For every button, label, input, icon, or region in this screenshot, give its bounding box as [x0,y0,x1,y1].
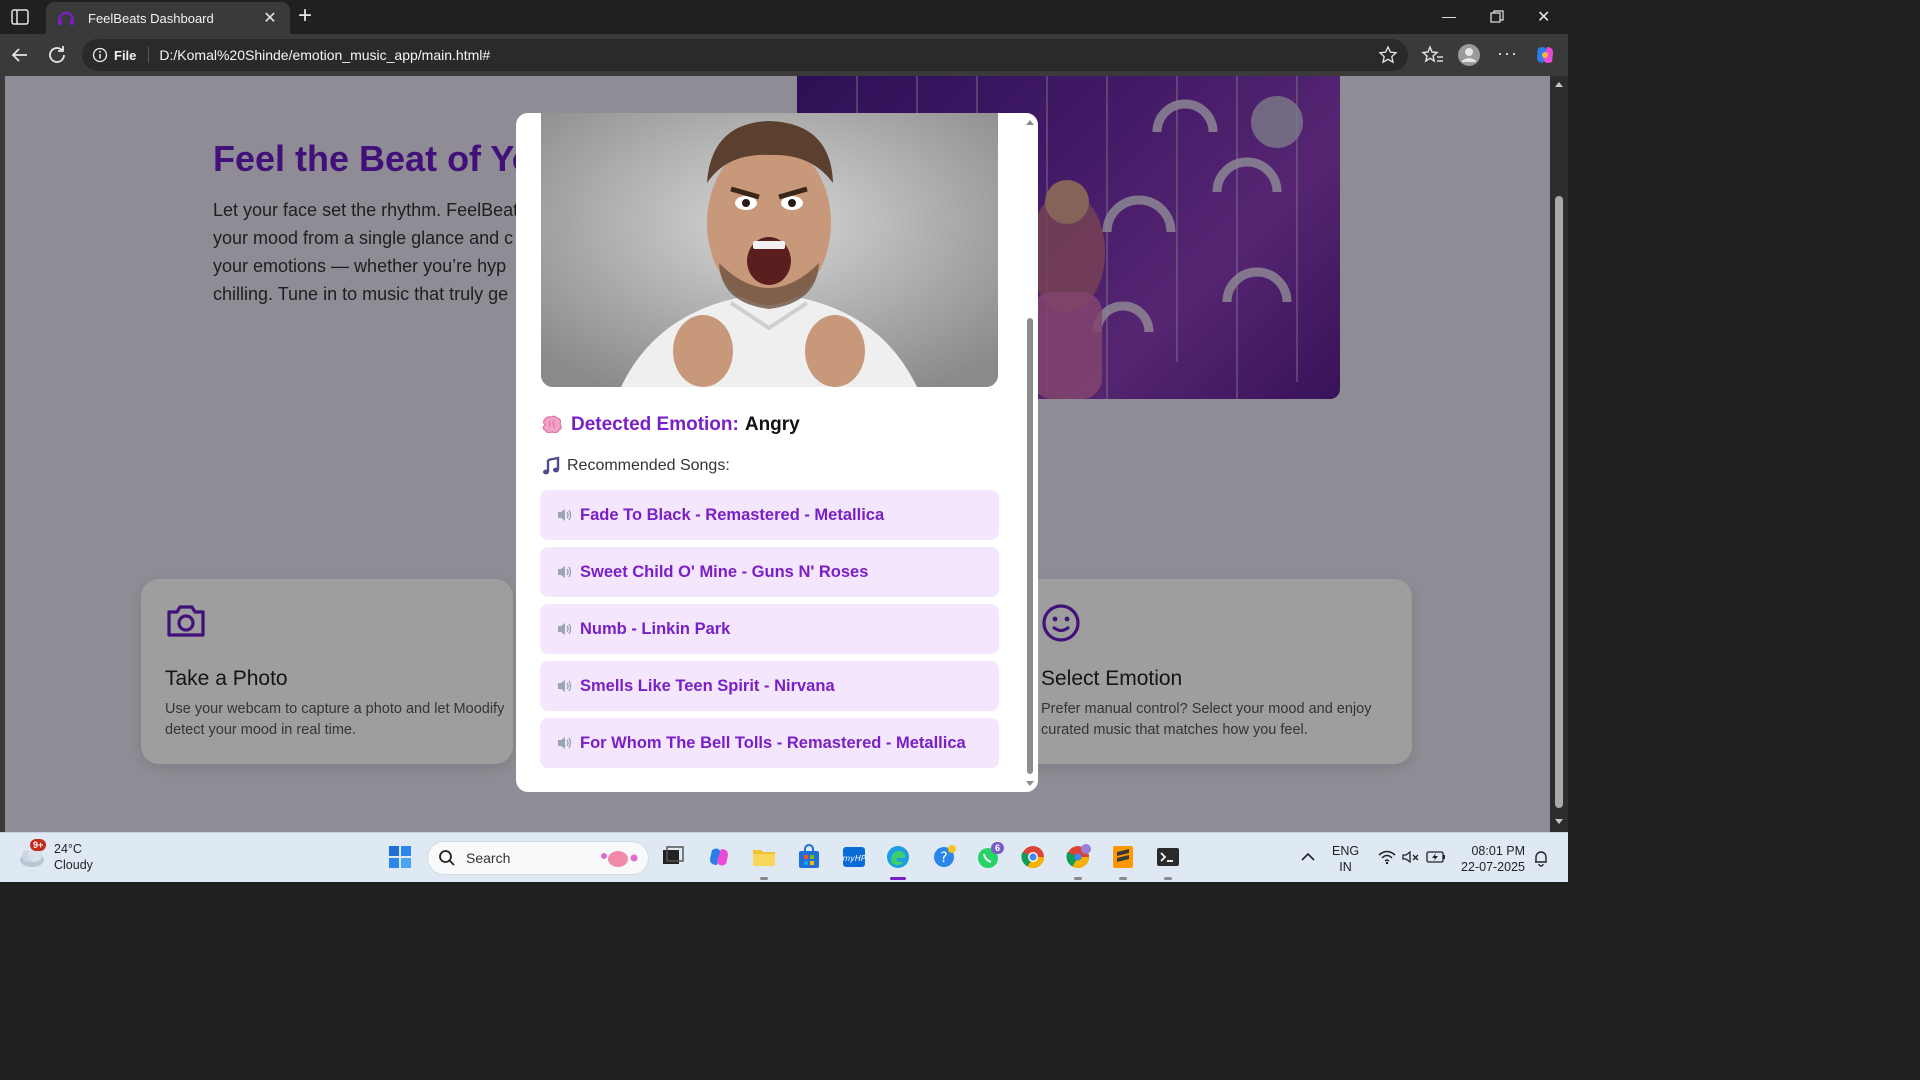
browser-tab[interactable]: FeelBeats Dashboard ✕ [46,2,290,34]
speaker-icon [558,680,572,692]
language-indicator[interactable]: ENG IN [1332,843,1359,875]
show-hidden-icons-chevron-icon[interactable] [1300,852,1316,862]
clock[interactable]: 08:01 PM 22-07-2025 [1458,843,1525,875]
edge-active-indicator [890,877,906,880]
song-item[interactable]: Smells Like Teen Spirit - Nirvana [540,661,999,711]
song-item[interactable]: For Whom The Bell Tolls - Remastered - M… [540,718,999,768]
microsoft-store-icon[interactable] [796,844,822,870]
song-item[interactable]: Numb - Linkin Park [540,604,999,654]
speaker-icon [558,623,572,635]
song-title: For Whom The Bell Tolls - Remastered - M… [580,733,966,752]
refresh-icon[interactable] [45,43,69,67]
speaker-icon [558,509,572,521]
whatsapp-badge: 6 [991,842,1005,854]
copilot-icon[interactable] [1533,43,1557,67]
svg-text:myHP: myHP [842,854,866,863]
music-note-icon [543,456,560,475]
svg-text:?: ? [940,850,947,866]
page-scroll-down-icon[interactable] [1554,818,1564,826]
search-highlight-icon [601,851,638,867]
recommended-songs-heading: Recommended Songs: [541,456,730,476]
help-icon[interactable]: ? [931,844,957,870]
site-info-chip[interactable]: File [92,47,150,63]
detected-emotion-value: Angry [744,414,800,435]
search-icon [439,850,455,866]
weather-text: 24°C Cloudy [54,841,93,873]
song-item[interactable]: Fade To Black - Remastered - Metallica [540,490,999,540]
result-modal: Detected Emotion: Angry Recommended Song… [516,113,1038,792]
scroll-up-icon[interactable] [1025,118,1035,126]
close-window-icon[interactable]: ✕ [1537,7,1550,27]
chrome-running-indicator [1074,877,1082,880]
detected-emotion-line: Detected Emotion: Angry [541,414,800,436]
volume-muted-icon[interactable] [1402,850,1420,864]
song-title: Smells Like Teen Spirit - Nirvana [580,676,835,695]
url-text: D:/Komal%20Shinde/emotion_music_app/main… [159,47,491,63]
sublime-text-icon[interactable] [1110,844,1136,870]
terminal-icon[interactable] [1155,844,1181,870]
page-scrollbar[interactable] [1550,76,1568,832]
minimize-icon[interactable]: — [1442,8,1456,24]
language-line-2: IN [1339,860,1352,874]
more-options-icon[interactable]: ··· [1497,43,1518,64]
headphones-icon [57,11,75,25]
modal-scroll-thumb[interactable] [1027,318,1033,774]
new-tab-icon[interactable]: + [298,4,312,28]
clock-time: 08:01 PM [1471,844,1525,858]
wifi-icon[interactable] [1378,850,1396,864]
chrome-icon[interactable] [1020,844,1046,870]
weather-desc: Cloudy [54,858,93,872]
windows-start-icon[interactable] [387,844,413,870]
task-view-icon[interactable] [660,844,686,870]
recommended-songs-label: Recommended Songs: [567,457,730,474]
song-title: Fade To Black - Remastered - Metallica [580,505,885,524]
favorite-star-icon[interactable] [1378,45,1398,65]
tab-title: FeelBeats Dashboard [88,10,214,26]
page-scroll-up-icon[interactable] [1554,80,1564,88]
terminal-running-indicator [1164,877,1172,880]
page-viewport: Feel the Beat of Yo Let your face set th… [0,76,1568,832]
song-title: Sweet Child O' Mine - Guns N' Roses [580,562,869,581]
windows-taskbar: 9+ 24°C Cloudy Search myHP ? 6 ENG IN 08… [0,832,1568,882]
search-placeholder: Search [466,850,511,866]
speaker-icon [558,737,572,749]
edge-browser-icon[interactable] [885,844,911,870]
taskbar-search[interactable]: Search [427,841,649,875]
modal-scrollbar[interactable] [1022,113,1038,792]
back-icon[interactable] [8,43,32,67]
info-icon [92,47,108,63]
page-scroll-thumb[interactable] [1555,196,1563,808]
detected-emotion-label: Detected Emotion: [571,414,739,435]
scroll-down-icon[interactable] [1025,780,1035,788]
myhp-icon[interactable]: myHP [841,844,867,870]
tab-close-icon[interactable]: ✕ [260,8,280,28]
favorites-icon[interactable] [1421,43,1445,67]
address-bar[interactable]: File D:/Komal%20Shinde/emotion_music_app… [82,39,1408,71]
brain-icon [542,415,562,434]
clock-date: 22-07-2025 [1461,860,1525,874]
song-item[interactable]: Sweet Child O' Mine - Guns N' Roses [540,547,999,597]
file-chip-label: File [114,47,137,63]
sidebar-toggle-icon[interactable] [10,7,30,27]
language-line-1: ENG [1332,844,1360,858]
battery-charging-icon[interactable] [1426,850,1446,864]
copilot-taskbar-icon[interactable] [706,844,732,870]
dashboard-page: Feel the Beat of Yo Let your face set th… [5,76,1550,832]
speaker-icon [558,566,572,578]
explorer-running-indicator [760,877,768,880]
chrome-profile-icon[interactable] [1065,844,1091,870]
restore-icon[interactable] [1490,10,1504,24]
weather-badge: 9+ [30,839,47,851]
browser-titlebar: FeelBeats Dashboard ✕ + — ✕ [0,0,1568,34]
address-bar-row: File D:/Komal%20Shinde/emotion_music_app… [0,34,1568,76]
weather-widget[interactable]: 9+ 24°C Cloudy [18,839,93,873]
song-title: Numb - Linkin Park [580,619,731,638]
file-explorer-icon[interactable] [751,844,777,870]
notifications-icon[interactable] [1532,849,1550,867]
profile-avatar-icon[interactable] [1457,43,1481,67]
weather-temp: 24°C [54,842,82,856]
sublime-running-indicator [1119,877,1127,880]
captured-face-photo [541,113,998,387]
